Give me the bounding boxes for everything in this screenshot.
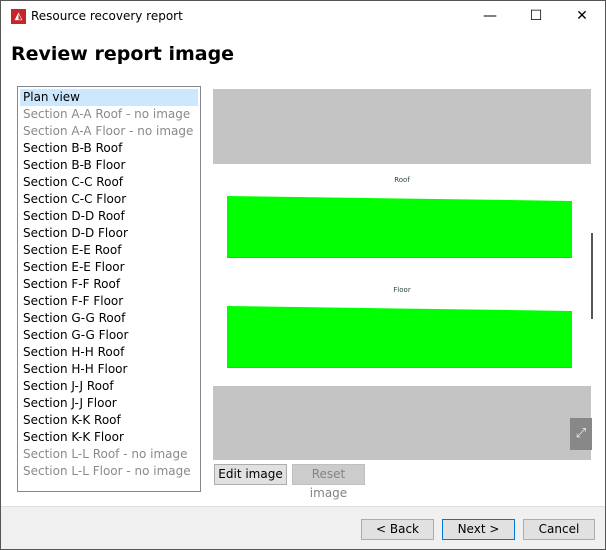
list-item[interactable]: Section F-F Floor — [20, 293, 198, 310]
reset-image-button[interactable]: Reset image — [292, 464, 365, 500]
list-item[interactable]: Section L-L Floor - no image — [20, 463, 198, 480]
expand-icon[interactable]: ⤢ — [570, 418, 592, 450]
list-item[interactable]: Section K-K Roof — [20, 412, 198, 429]
app-logo-icon: ◭ — [11, 9, 26, 24]
list-item[interactable]: Section B-B Floor — [20, 157, 198, 174]
list-item[interactable]: Section C-C Roof — [20, 174, 198, 191]
viewer-scrollbar[interactable] — [591, 233, 593, 319]
list-item[interactable]: Section E-E Roof — [20, 242, 198, 259]
list-item[interactable]: Section J-J Floor — [20, 395, 198, 412]
list-item[interactable]: Section J-J Roof — [20, 378, 198, 395]
report-image: Roof Floor — [213, 164, 591, 386]
list-item[interactable]: Section H-H Floor — [20, 361, 198, 378]
report-image-viewer[interactable]: Roof Floor — [213, 89, 591, 460]
title-bar: ◭ Resource recovery report — ☐ ✕ — [1, 1, 605, 32]
maximize-button[interactable]: ☐ — [513, 1, 559, 32]
floor-chart-title: Floor — [393, 286, 411, 294]
list-item[interactable]: Section A-A Floor - no image — [20, 123, 198, 140]
section-list[interactable]: Plan view Section A-A Roof - no image Sect… — [17, 86, 201, 492]
list-item[interactable]: Section C-C Floor — [20, 191, 198, 208]
list-item[interactable]: Section D-D Floor — [20, 225, 198, 242]
list-item[interactable]: Section L-L Roof - no image — [20, 446, 198, 463]
dialog-window: ◭ Resource recovery report — ☐ ✕ Review … — [0, 0, 606, 550]
list-item[interactable]: Section F-F Roof — [20, 276, 198, 293]
roof-chart-title: Roof — [394, 176, 410, 184]
close-button[interactable]: ✕ — [559, 1, 605, 32]
list-item[interactable]: Section G-G Floor — [20, 327, 198, 344]
back-button[interactable]: < Back — [361, 519, 434, 540]
list-item[interactable]: Section D-D Roof — [20, 208, 198, 225]
list-item[interactable]: Section E-E Floor — [20, 259, 198, 276]
list-item[interactable]: Section H-H Roof — [20, 344, 198, 361]
cancel-button[interactable]: Cancel — [523, 519, 595, 540]
list-item[interactable]: Plan view — [20, 89, 198, 106]
list-item[interactable]: Section G-G Roof — [20, 310, 198, 327]
list-item[interactable]: Section A-A Roof - no image — [20, 106, 198, 123]
next-button[interactable]: Next > — [442, 519, 515, 540]
window-title: Resource recovery report — [31, 9, 183, 23]
minimize-button[interactable]: — — [467, 1, 513, 32]
list-item[interactable]: Section K-K Floor — [20, 429, 198, 446]
floor-section-drawing — [227, 306, 572, 368]
list-item[interactable]: Section B-B Roof — [20, 140, 198, 157]
roof-section-drawing — [227, 196, 572, 258]
page-title: Review report image — [11, 43, 235, 65]
edit-image-button[interactable]: Edit image — [214, 464, 287, 485]
